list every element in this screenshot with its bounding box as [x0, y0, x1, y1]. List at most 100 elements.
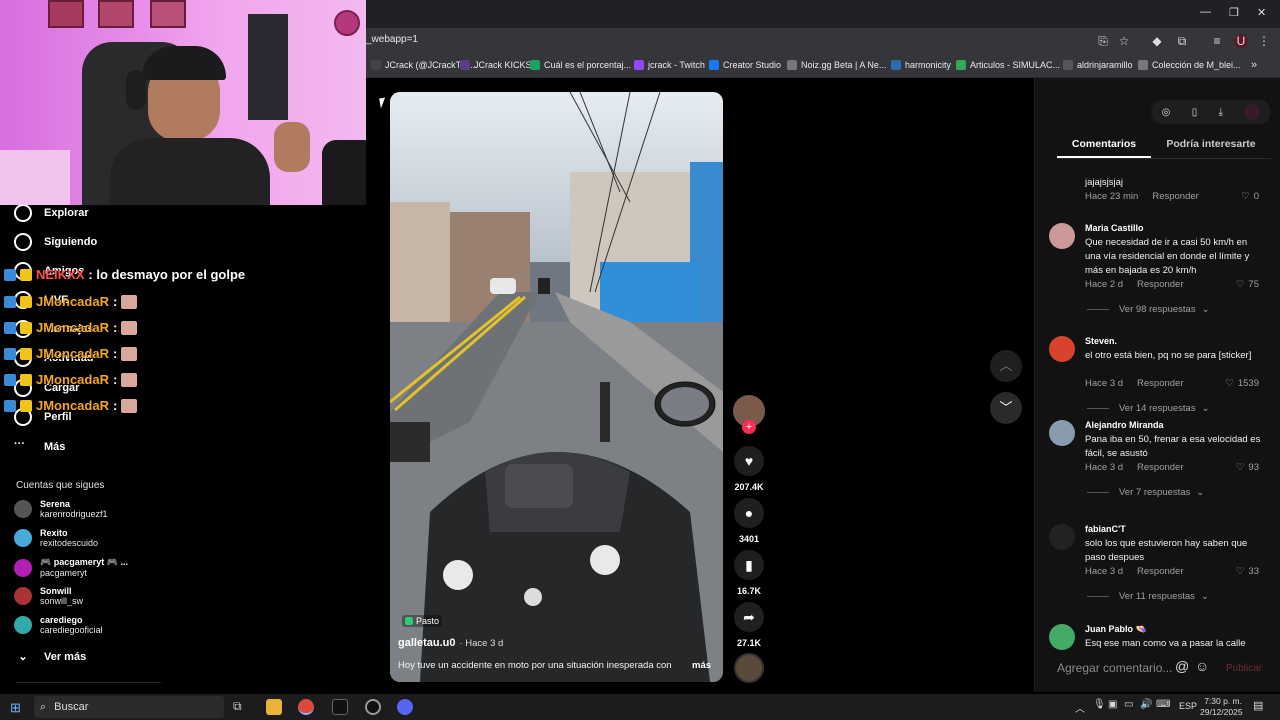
bookmark-item[interactable]: Creator Studio	[709, 60, 781, 70]
bookmark-item[interactable]: Noiz.gg Beta | A Ne...	[787, 60, 886, 70]
emoji-icon[interactable]: ☺	[1195, 658, 1209, 674]
location-tag[interactable]: Pasto	[402, 615, 443, 627]
obs-icon[interactable]	[365, 699, 381, 715]
next-video-button[interactable]: ﹀	[990, 392, 1022, 424]
comment-like-button[interactable]: ♡ 75	[1236, 279, 1259, 290]
menu-dots-icon[interactable]: ⋮	[1257, 34, 1271, 48]
video-frame	[390, 92, 723, 682]
comment-author[interactable]: Alejandro Miranda	[1085, 420, 1164, 430]
keyboard-icon[interactable]: ⌨	[1156, 699, 1170, 710]
like-button[interactable]: ♥	[734, 446, 764, 476]
comment-like-button[interactable]: ♡ 0	[1241, 191, 1259, 202]
language-indicator[interactable]: ESP	[1179, 701, 1197, 711]
microphone-icon[interactable]: 🎙	[1093, 699, 1106, 710]
compass-icon	[14, 204, 32, 222]
comment-like-button[interactable]: ♡ 93	[1236, 462, 1259, 473]
comment-button[interactable]: ●	[734, 498, 764, 528]
phone-icon[interactable]: ▯	[1192, 107, 1198, 118]
video-author[interactable]: galletau.u0	[398, 637, 455, 649]
bookmark-item[interactable]: Colección de M_blei...	[1138, 60, 1241, 70]
comment-author[interactable]: fabianC'T	[1085, 524, 1126, 534]
comment-like-button[interactable]: ♡ 33	[1236, 566, 1259, 577]
streamer-cap	[142, 46, 226, 80]
taskbar-search[interactable]: ⌕ Buscar	[34, 696, 224, 718]
bookmark-star-icon[interactable]: ☆	[1117, 34, 1131, 48]
epic-games-icon[interactable]	[332, 699, 348, 715]
following-account[interactable]: 🎮 pacgameryt 🎮 ... pacgameryt	[14, 557, 128, 578]
tab-recommended[interactable]: Podría interesarte	[1161, 138, 1261, 150]
bookmark-item[interactable]: jcrack - Twitch	[634, 60, 705, 70]
see-more-button[interactable]: ⌄ Ver más	[14, 650, 86, 664]
share-arrow-icon: ➦	[743, 608, 755, 625]
view-replies-button[interactable]: Ver 14 respuestas ⌄	[1087, 403, 1210, 414]
media-icon[interactable]: ≡	[1210, 34, 1224, 48]
compass-icon[interactable]: ◎	[1162, 107, 1171, 118]
sidebar-item-explorar[interactable]: Explorar	[14, 204, 89, 222]
url-text[interactable]: _webapp=1	[366, 34, 418, 45]
chevron-double-right-icon[interactable]: »	[1251, 59, 1257, 71]
following-account[interactable]: carediego carediegooficial	[14, 615, 103, 635]
avatar[interactable]	[1049, 420, 1075, 446]
tray-app-icon[interactable]: ▣	[1108, 699, 1117, 710]
comment-author[interactable]: Juan Pablo 👒	[1085, 624, 1147, 635]
bookmark-item[interactable]: harmonicity	[891, 60, 951, 70]
publish-button[interactable]: Publicar	[1226, 663, 1262, 674]
music-disc-icon[interactable]	[734, 653, 764, 683]
comment-input[interactable]: Agregar comentario...	[1057, 661, 1217, 675]
reply-button[interactable]: Responder	[1137, 566, 1183, 577]
bookmark-item[interactable]: Cuál es el porcentaj...	[530, 60, 631, 70]
user-avatar-icon[interactable]	[1244, 104, 1261, 120]
download-icon[interactable]: ⤓	[1219, 107, 1223, 118]
reply-button[interactable]: Responder	[1137, 378, 1183, 389]
bookmark-item[interactable]: JCrack KICKS	[460, 60, 532, 70]
profile-avatar-icon[interactable]: U	[1234, 34, 1248, 48]
following-account[interactable]: Serena karenrodriguezf1	[14, 499, 108, 519]
extension-icon[interactable]: ◆	[1150, 34, 1164, 48]
video-player[interactable]: Pasto galletau.u0 · Hace 3 d Hoy tuve un…	[390, 92, 723, 682]
comment-time: Hace 3 d	[1085, 566, 1124, 577]
mention-icon[interactable]: @	[1175, 658, 1189, 674]
comment-like-button[interactable]: ♡ 1539	[1225, 378, 1259, 389]
volume-icon[interactable]: 🔊	[1140, 699, 1152, 710]
comment-author[interactable]: Maria Castillo	[1085, 223, 1144, 233]
avatar[interactable]	[1049, 524, 1075, 550]
sidebar-item-label: Más	[44, 441, 66, 453]
following-account[interactable]: Sonwill sonwill_sw	[14, 586, 83, 606]
puzzle-icon[interactable]: ⧉	[1175, 34, 1189, 48]
follow-plus-icon[interactable]: +	[742, 420, 756, 434]
reply-button[interactable]: Responder	[1137, 462, 1183, 473]
windows-start-icon[interactable]: ⊞	[10, 700, 21, 716]
reply-button[interactable]: Responder	[1152, 191, 1198, 202]
share-button[interactable]: ➦	[734, 602, 764, 632]
notification-icon[interactable]: ▤	[1253, 699, 1263, 712]
file-explorer-icon[interactable]	[266, 699, 282, 715]
bookmark-item[interactable]: Articulos - SIMULAC...	[956, 60, 1060, 70]
network-icon[interactable]: ▭	[1124, 699, 1133, 710]
avatar[interactable]	[1049, 624, 1075, 650]
task-view-icon[interactable]: ⧉	[233, 699, 242, 714]
tab-comments[interactable]: Comentarios	[1057, 138, 1151, 150]
avatar[interactable]	[1049, 336, 1075, 362]
tray-chevron-icon[interactable]: ︿	[1075, 700, 1085, 715]
install-app-icon[interactable]: ⎘	[1096, 34, 1110, 48]
caption-more-link[interactable]: más	[692, 660, 711, 671]
save-button[interactable]: ▮	[734, 550, 764, 580]
following-account[interactable]: Rexito rexitodescuido	[14, 528, 98, 548]
sidebar-item-más[interactable]: ··· Más	[14, 438, 65, 456]
previous-video-button[interactable]: ︿	[990, 350, 1022, 382]
view-replies-button[interactable]: Ver 11 respuestas ⌄	[1087, 591, 1209, 602]
bookmark-item[interactable]: aldrinjaramillo	[1063, 60, 1133, 70]
view-replies-button[interactable]: Ver 98 respuestas ⌄	[1087, 304, 1210, 315]
discord-icon[interactable]	[397, 699, 413, 715]
bookmark-label: harmonicity	[905, 60, 952, 70]
comment-author[interactable]: Steven.	[1085, 336, 1117, 346]
minimize-icon[interactable]: —	[1200, 6, 1211, 18]
sidebar-item-siguiendo[interactable]: Siguiendo	[14, 233, 97, 251]
reply-button[interactable]: Responder	[1137, 279, 1183, 290]
system-clock[interactable]: 7:30 p. m. 29/12/2025	[1200, 696, 1243, 718]
chrome-icon[interactable]	[298, 699, 314, 715]
close-icon[interactable]: ✕	[1257, 6, 1266, 19]
avatar[interactable]	[1049, 223, 1075, 249]
view-replies-button[interactable]: Ver 7 respuestas ⌄	[1087, 487, 1204, 498]
restore-icon[interactable]: ❐	[1229, 6, 1239, 19]
